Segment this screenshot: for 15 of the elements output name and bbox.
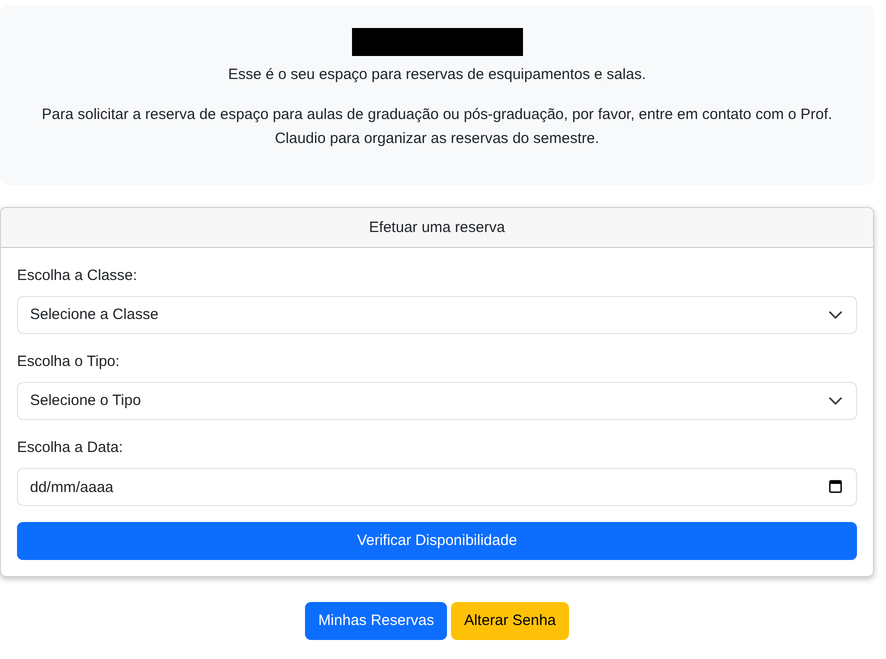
calendar-icon	[829, 480, 842, 493]
select-field[interactable]: Selecione o Tipo	[17, 382, 857, 420]
select-field[interactable]: Selecione a Classe	[17, 296, 857, 334]
field-label: Escolha a Classe:	[17, 266, 138, 286]
intro-text: Esse é o seu espaço para reservas de esquipamentos e salas.	[227, 65, 647, 85]
chevron-down-icon	[829, 311, 842, 319]
action-button[interactable]: Minhas Reservas	[305, 602, 448, 640]
action-button[interactable]: Alterar Senha	[451, 602, 569, 640]
notice-text: Para solicitar a reserva de espaço para aulas de graduação ou pós-graduação, por favor, entre em contato com o Prof. Claudio para organizar as reservas do semestre.	[40, 105, 834, 149]
field-label: Escolha a Data:	[17, 438, 123, 458]
chevron-down-icon	[829, 397, 842, 405]
check-availability-button[interactable]: Verificar Disponibilidade	[17, 522, 857, 560]
date-field[interactable]: dd/mm/aaaa	[17, 468, 857, 506]
card-title: Efetuar uma reserva	[1, 208, 873, 248]
field-label: Escolha o Tipo:	[17, 352, 120, 372]
